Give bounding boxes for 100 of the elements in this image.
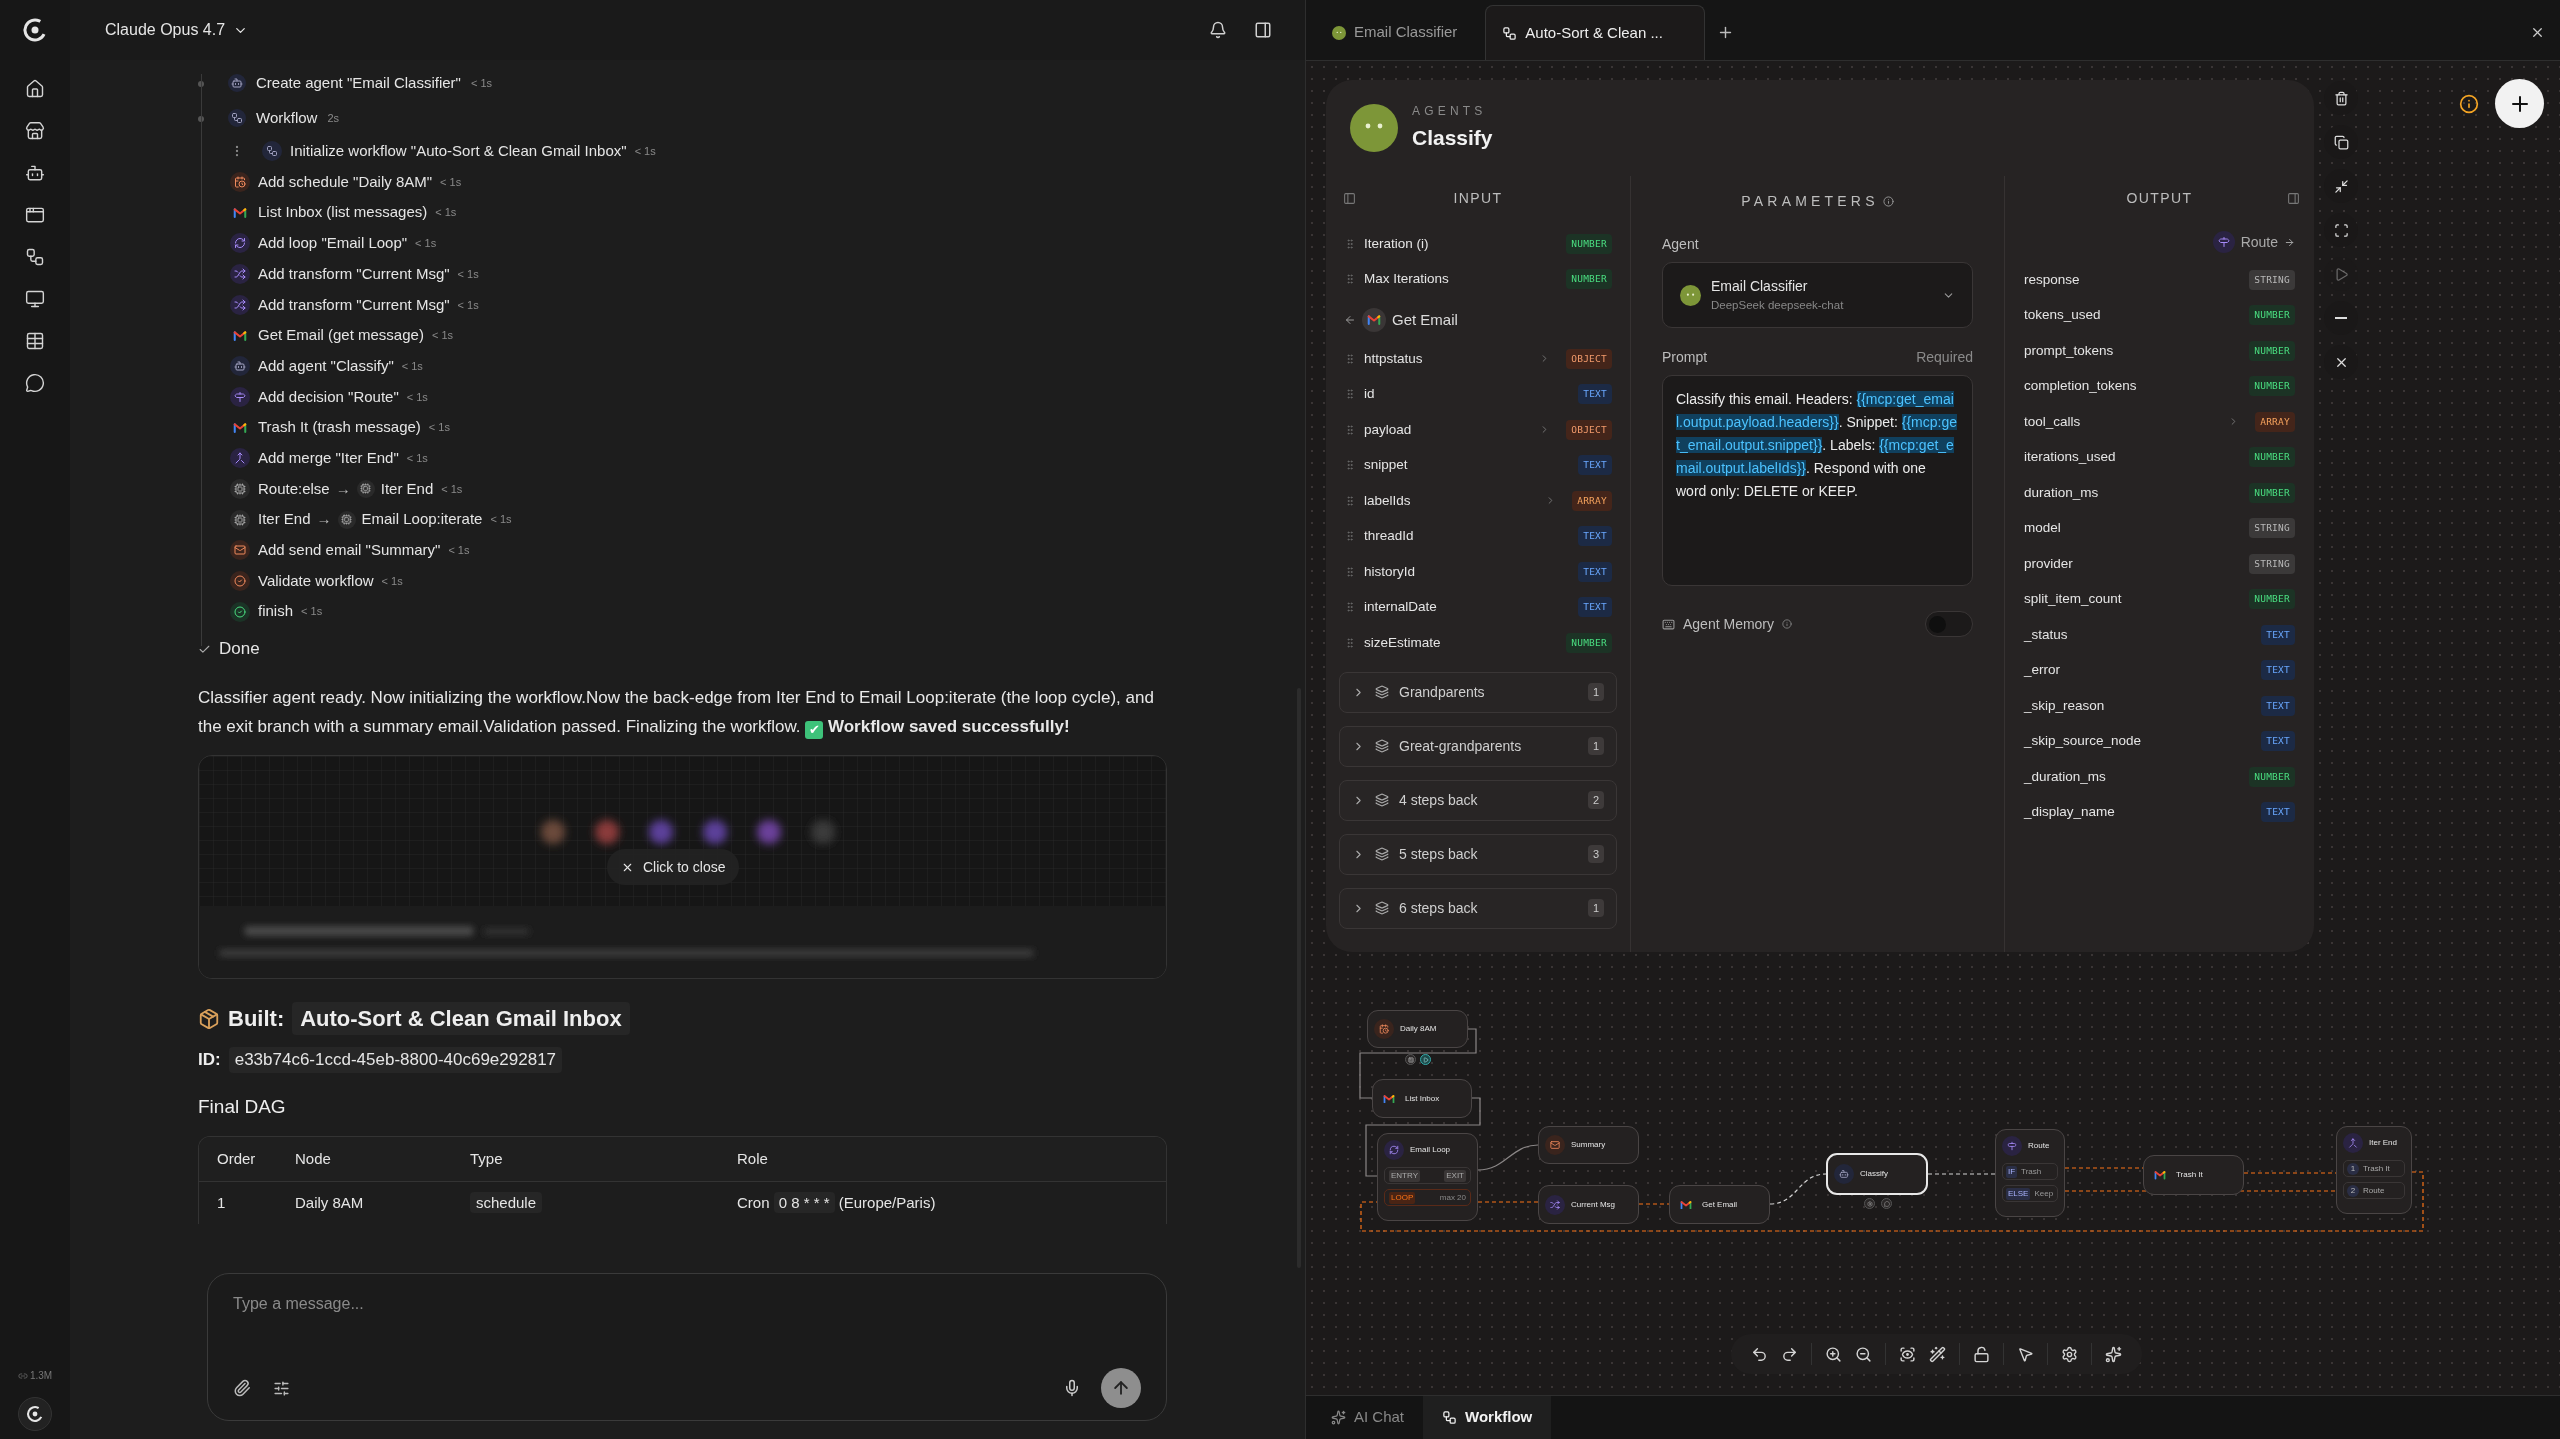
workflow-node[interactable]: Get Email <box>1669 1185 1770 1224</box>
workflow-node[interactable]: Route IF Trash ELSE Keep <box>1995 1129 2065 1217</box>
grip-icon[interactable] <box>1344 494 1356 507</box>
ancestor-group[interactable]: 5 steps back 3 <box>1339 833 1617 875</box>
grip-icon[interactable] <box>1344 352 1356 365</box>
fit-view-icon[interactable] <box>1899 1345 1916 1363</box>
layers-icon <box>1375 685 1389 699</box>
zoom-out-icon[interactable] <box>1855 1345 1872 1363</box>
workflow-icon <box>262 141 282 162</box>
step-time: < 1s <box>440 174 462 190</box>
workflow-node[interactable]: Classify <box>1826 1153 1928 1195</box>
field-name: _status <box>2024 625 2069 644</box>
workflow-node[interactable]: List Inbox <box>1372 1079 1472 1118</box>
field-name: prompt_tokens <box>2024 341 2115 360</box>
workflow-node[interactable]: Current Msg <box>1538 1185 1639 1224</box>
bell-icon[interactable] <box>1209 21 1227 39</box>
bottom-tab[interactable]: Workflow <box>1423 1396 1552 1439</box>
grip-icon[interactable] <box>1344 636 1356 649</box>
zoom-in-icon[interactable] <box>1825 1345 1842 1363</box>
robot-icon[interactable] <box>25 163 45 183</box>
step-time: < 1s <box>428 420 450 436</box>
step-text: Initialize workflow "Auto-Sort & Clean Gmail Inbox" <box>290 141 627 162</box>
field-name: Iteration (i) <box>1364 234 1430 253</box>
warning-icon[interactable] <box>2459 94 2479 114</box>
grip-icon[interactable] <box>1344 601 1356 614</box>
pointer-icon[interactable] <box>2017 1345 2034 1363</box>
workflow-node[interactable]: Summary <box>1538 1126 1639 1164</box>
chip-button[interactable] <box>1405 1054 1416 1065</box>
play-button[interactable] <box>1420 1054 1431 1065</box>
grip-icon[interactable] <box>1344 423 1356 436</box>
arrow-right-icon[interactable] <box>2284 236 2295 248</box>
message-field[interactable]: Type a message... <box>233 1292 1141 1332</box>
workflow-node[interactable]: Email Loop ENTRY EXIT LOOP max 20 <box>1377 1133 1478 1221</box>
message-composer[interactable]: Type a message... <box>207 1273 1167 1421</box>
chip-icon <box>337 510 356 529</box>
collapse-panel-icon[interactable] <box>2287 191 2300 205</box>
send-button[interactable] <box>1101 1368 1141 1408</box>
step-time: < 1s <box>457 266 479 282</box>
ancestor-group[interactable]: 6 steps back 1 <box>1339 887 1617 929</box>
settings-icon[interactable] <box>2061 1345 2078 1363</box>
undo-icon[interactable] <box>1751 1345 1768 1363</box>
microphone-icon[interactable] <box>1063 1379 1081 1397</box>
redo-icon[interactable] <box>1781 1345 1798 1363</box>
grip-icon[interactable] <box>1344 388 1356 401</box>
sparkles-icon[interactable] <box>2105 1345 2122 1363</box>
paperclip-icon[interactable] <box>233 1379 251 1397</box>
ancestor-group[interactable]: Great-grandparents 1 <box>1339 725 1617 767</box>
close-icon[interactable] <box>2530 25 2545 40</box>
table-icon[interactable] <box>25 331 45 351</box>
grip-icon[interactable] <box>1344 459 1356 472</box>
ancestor-group[interactable]: 4 steps back 2 <box>1339 779 1617 821</box>
bottom-tab[interactable]: AI Chat <box>1312 1396 1424 1439</box>
field-name: split_item_count <box>2024 590 2123 609</box>
editor-tab[interactable]: Email Classifier <box>1316 5 1474 60</box>
agent-model: DeepSeek deepseek-chat <box>1711 297 1845 313</box>
workflow-node[interactable]: Iter End 1 Trash It 2 Route <box>2336 1126 2412 1214</box>
info-icon[interactable] <box>1782 619 1793 629</box>
chip-icon <box>356 479 375 498</box>
info-icon[interactable] <box>1882 195 1894 207</box>
type-badge: NUMBER <box>2249 482 2295 503</box>
type-badge: TEXT <box>2261 731 2295 752</box>
prompt-field[interactable]: Classify this email. Headers: {{mcp:get_email.output.payload.headers}}. Snippet: {{mcp:get_email.output.snippet}}. Labels: {{mcp:get_email.output.labelIds}}. Respond with one word only: DELETE or KEEP. <box>1662 375 1973 586</box>
branch-label: Keep <box>2034 1187 2054 1200</box>
grip-icon[interactable] <box>1344 530 1356 543</box>
ancestor-group[interactable]: Grandparents 1 <box>1339 671 1617 713</box>
chat-icon[interactable] <box>25 373 45 393</box>
grip-icon[interactable] <box>1344 237 1356 250</box>
store-icon[interactable] <box>25 121 45 141</box>
add-node-button[interactable] <box>2495 79 2544 128</box>
unlock-icon[interactable] <box>1973 1345 1990 1363</box>
close-preview-button[interactable]: Click to close <box>607 849 740 885</box>
editor-tab[interactable]: Auto-Sort & Clean ... <box>1485 5 1706 60</box>
field-name: labelIds <box>1364 491 1412 510</box>
agent-select[interactable]: Email Classifier DeepSeek deepseek-chat <box>1662 262 1973 328</box>
node-label: Classify <box>1860 1168 1888 1180</box>
memory-toggle[interactable] <box>1925 611 1973 637</box>
magic-wand-icon[interactable] <box>1929 1345 1946 1363</box>
window-icon[interactable] <box>25 205 45 225</box>
workflow-node[interactable]: Trash It <box>2143 1155 2244 1195</box>
type-badge: STRING <box>2249 553 2295 574</box>
avatar-button[interactable] <box>18 1397 52 1431</box>
group-label: 5 steps back <box>1399 844 1479 864</box>
comment-button[interactable] <box>1881 1198 1892 1209</box>
node-label: Summary <box>1571 1139 1606 1151</box>
model-selector[interactable]: Claude Opus 4.7 <box>105 18 249 42</box>
type-badge: TEXT <box>1578 597 1612 618</box>
grip-icon[interactable] <box>1344 565 1356 578</box>
grip-icon[interactable] <box>1344 273 1356 286</box>
workflow-icon <box>1442 1410 1458 1425</box>
panel-toggle-icon[interactable] <box>1254 21 1272 39</box>
monitor-icon[interactable] <box>25 289 45 309</box>
workflow-node[interactable]: Daily 8AM <box>1367 1010 1468 1048</box>
collapse-panel-icon[interactable] <box>1343 191 1356 205</box>
sliders-icon[interactable] <box>273 1379 290 1397</box>
type-badge: OBJECT <box>1566 348 1612 369</box>
step-time: < 1s <box>406 450 428 466</box>
workflow-icon[interactable] <box>25 247 45 267</box>
arrow-left-icon[interactable] <box>1344 314 1356 326</box>
home-icon[interactable] <box>25 79 45 99</box>
settings-button[interactable] <box>1864 1198 1875 1209</box>
